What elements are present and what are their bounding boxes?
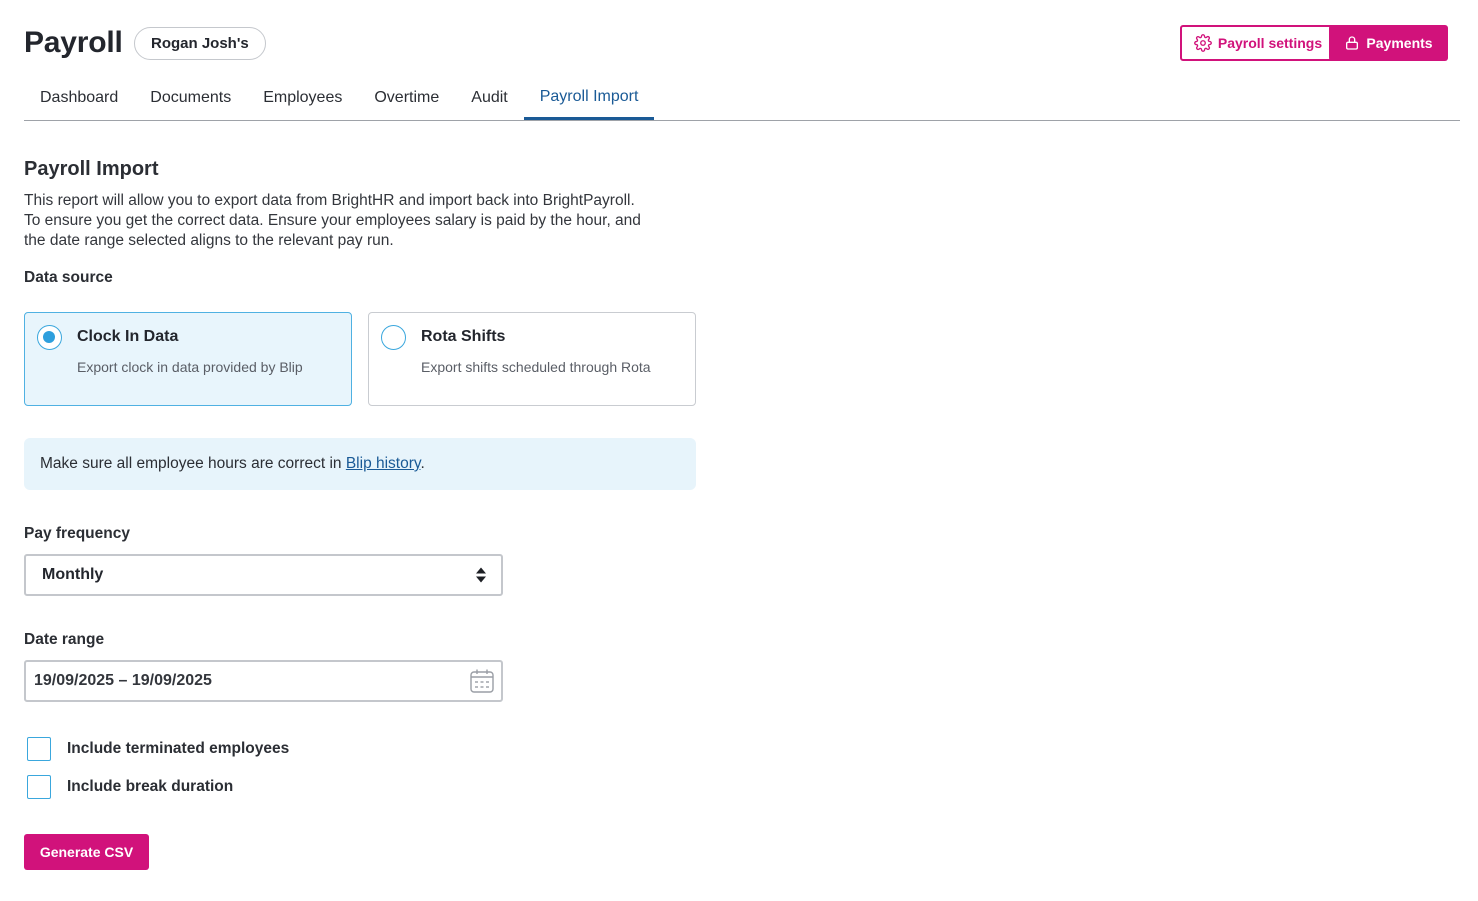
tab-employees[interactable]: Employees	[247, 78, 358, 120]
include-terminated-label: Include terminated employees	[67, 740, 290, 757]
date-range-value: 19/09/2025 – 19/09/2025	[34, 672, 212, 689]
page-header: Payroll Rogan Josh's Payroll settings Pa…	[24, 24, 1448, 64]
pay-frequency-label: Pay frequency	[24, 525, 130, 542]
radio-button-checked[interactable]	[37, 325, 62, 350]
date-range-label: Date range	[24, 631, 105, 648]
data-source-label: Data source	[24, 269, 113, 286]
date-range-input[interactable]: 19/09/2025 – 19/09/2025	[24, 660, 503, 702]
tab-audit[interactable]: Audit	[455, 78, 523, 120]
tab-dashboard[interactable]: Dashboard	[24, 78, 134, 120]
generate-csv-button[interactable]: Generate CSV	[24, 834, 149, 870]
info-banner: Make sure all employee hours are correct…	[24, 438, 696, 490]
info-suffix: .	[420, 455, 425, 472]
payroll-settings-button[interactable]: Payroll settings	[1180, 25, 1336, 61]
source-subtitle: Export clock in data provided by Blip	[77, 359, 303, 375]
source-subtitle: Export shifts scheduled through Rota	[421, 359, 651, 375]
blip-history-link[interactable]: Blip history	[346, 455, 421, 472]
description: This report will allow you to export dat…	[24, 191, 704, 251]
company-name-badge[interactable]: Rogan Josh's	[134, 27, 266, 60]
source-option-clock-in[interactable]: Clock In Data Export clock in data provi…	[24, 312, 352, 406]
include-break-checkbox[interactable]	[27, 775, 51, 799]
description-line: This report will allow you to export dat…	[24, 192, 635, 209]
include-terminated-row[interactable]: Include terminated employees	[27, 737, 289, 761]
payments-button[interactable]: Payments	[1329, 25, 1448, 61]
include-terminated-checkbox[interactable]	[27, 737, 51, 761]
include-break-row[interactable]: Include break duration	[27, 775, 233, 799]
pay-frequency-value: Monthly	[42, 566, 104, 583]
tab-bar: Dashboard Documents Employees Overtime A…	[24, 78, 1460, 121]
radio-button[interactable]	[381, 325, 406, 350]
tab-documents[interactable]: Documents	[134, 78, 247, 120]
calendar-icon[interactable]	[469, 668, 495, 694]
description-line: the date range selected aligns to the re…	[24, 232, 394, 249]
payroll-settings-label: Payroll settings	[1217, 35, 1323, 51]
description-line: To ensure you get the correct data. Ensu…	[24, 212, 641, 229]
source-title: Clock In Data	[77, 328, 179, 345]
lock-icon	[1344, 35, 1360, 51]
source-title: Rota Shifts	[421, 328, 506, 345]
payments-label: Payments	[1366, 35, 1433, 51]
pay-frequency-select[interactable]: Monthly	[24, 554, 503, 596]
select-arrows-icon	[476, 567, 486, 583]
include-break-label: Include break duration	[67, 778, 234, 795]
source-option-rota-shifts[interactable]: Rota Shifts Export shifts scheduled thro…	[368, 312, 696, 406]
gear-icon	[1194, 34, 1212, 52]
page-title: Payroll	[24, 26, 123, 59]
section-title: Payroll Import	[24, 158, 159, 180]
tab-overtime[interactable]: Overtime	[358, 78, 455, 120]
tab-payroll-import[interactable]: Payroll Import	[523, 78, 655, 120]
info-text: Make sure all employee hours are correct…	[40, 455, 346, 472]
